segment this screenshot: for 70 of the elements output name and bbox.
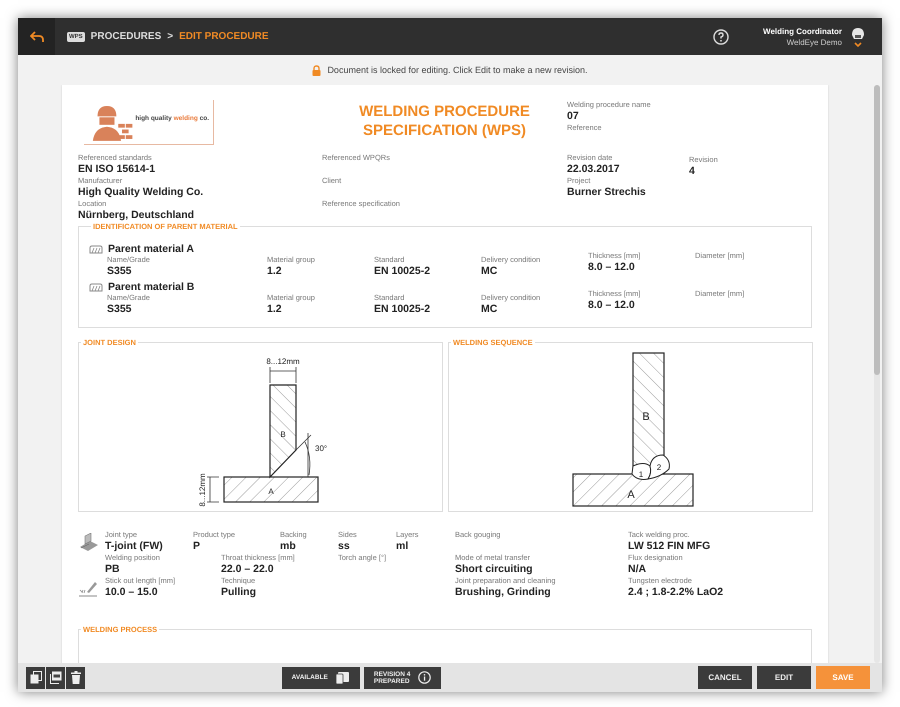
field-value: N/A <box>628 563 648 576</box>
field-value: Pulling <box>221 586 257 599</box>
scrollbar[interactable] <box>874 85 880 663</box>
copy-icon <box>30 671 42 684</box>
field-value: EN 10025-2 <box>374 265 432 278</box>
field-value: Burner Strechis <box>567 186 647 199</box>
back-button[interactable] <box>18 18 55 55</box>
plate-icon <box>89 282 103 292</box>
field-value: Short circuiting <box>455 563 534 576</box>
breadcrumb-separator: > <box>167 31 174 42</box>
field-value: PB <box>105 563 121 576</box>
field-value: 1.2 <box>267 303 283 316</box>
field-value: S355 <box>107 265 133 278</box>
action-button[interactable]: EDIT <box>757 666 811 689</box>
pdf-button[interactable] <box>46 666 65 688</box>
angle-label: 30° <box>315 444 328 453</box>
scrollbar-thumb[interactable] <box>874 85 880 375</box>
field-value: S355 <box>107 303 133 316</box>
field-value: Brushing, Grinding <box>455 586 552 599</box>
part-label: B <box>642 411 650 423</box>
field-value: P <box>193 540 202 553</box>
bead-number: 1 <box>638 470 644 479</box>
field-value: 22.0 – 22.0 <box>221 563 275 576</box>
lock-icon <box>312 64 322 76</box>
action-button[interactable]: CANCEL <box>698 666 752 689</box>
user-organization: WeldEye Demo <box>786 38 842 46</box>
field-value: 4 <box>689 165 696 178</box>
breadcrumb-link[interactable]: EDIT PROCEDURE <box>179 31 269 42</box>
field-value: MC <box>481 265 498 278</box>
lock-notice: Document is locked for editing. Click Edit to make a new revision. <box>327 65 588 75</box>
field-value: 8.0 – 12.0 <box>588 299 636 312</box>
part-label: A <box>268 487 274 496</box>
field-value: Nürnberg, Deutschland <box>78 209 196 222</box>
field-value: 8.0 – 12.0 <box>588 261 636 274</box>
bead-number: 2 <box>656 463 662 472</box>
field-value: 22.03.2017 <box>567 163 621 176</box>
t-joint-icon <box>78 533 100 551</box>
trash-icon <box>70 671 80 684</box>
delete-button[interactable] <box>66 666 85 688</box>
document-title: WELDING PROCEDURE SPECIFICATION (WPS) <box>358 102 531 141</box>
breadcrumb-link[interactable]: PROCEDURES <box>90 31 162 42</box>
field-value: T-joint (FW) <box>105 540 164 553</box>
field-value: High Quality Welding Co. <box>78 186 204 199</box>
material-name: Parent material B <box>108 281 194 293</box>
user-name: Welding Coordinator <box>763 26 842 36</box>
field-value: EN 10025-2 <box>374 303 432 316</box>
back-arrow-icon <box>30 30 44 42</box>
field-value: LW 512 FIN MFG <box>628 540 712 553</box>
help-icon[interactable] <box>713 28 730 44</box>
material-name: Parent material A <box>108 243 194 255</box>
welding-torch-icon <box>78 579 98 597</box>
field-value: EN ISO 15614-1 <box>78 163 156 176</box>
field-value: mb <box>280 540 297 553</box>
part-label: A <box>627 489 635 501</box>
info-icon <box>418 671 432 684</box>
document-icon <box>336 672 350 684</box>
plate-icon <box>89 244 103 254</box>
field-value: 10.0 – 15.0 <box>105 586 159 599</box>
document-icon <box>50 671 62 684</box>
field-value: 2.4 ; 1.8-2.2% LaO2 <box>628 586 724 599</box>
field-value: ml <box>396 540 410 553</box>
user-avatar-icon[interactable] <box>850 26 866 48</box>
field-value: ss <box>338 540 351 553</box>
field-value: 1.2 <box>267 265 283 278</box>
part-label: B <box>280 430 286 439</box>
field-value: MC <box>481 303 498 316</box>
field-value: 07 <box>567 110 580 123</box>
dimension-label: 8...12mm <box>266 357 300 366</box>
dimension-label: 8...12mm <box>198 473 207 507</box>
copy-button[interactable] <box>26 666 45 688</box>
